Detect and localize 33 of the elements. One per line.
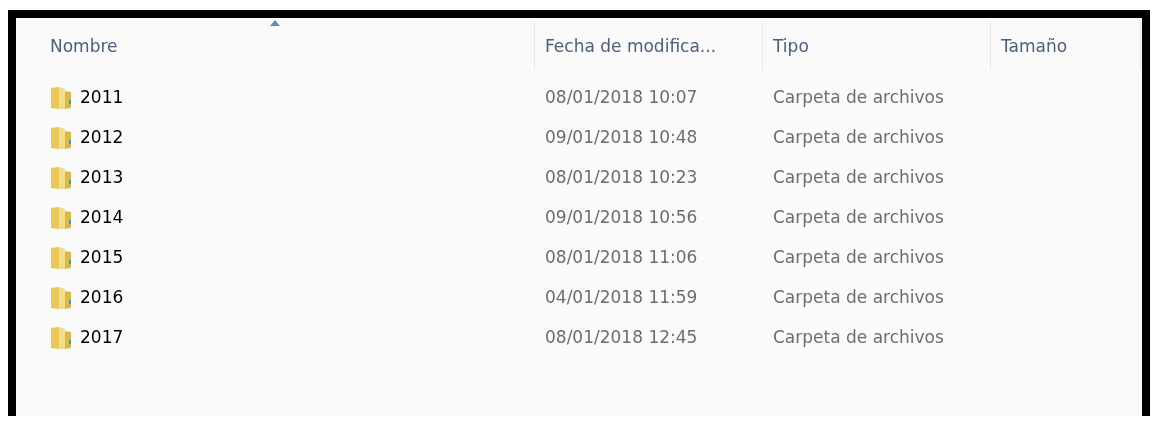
- column-header[interactable]: Nombre: [16, 22, 535, 70]
- column-header[interactable]: Tamaño: [991, 22, 1141, 70]
- date-cell-text: 08/01/2018 12:45: [544, 326, 699, 350]
- type-cell-text: Carpeta de archivos: [772, 126, 945, 150]
- folder-icon: [50, 246, 72, 270]
- folder-name[interactable]: 2012: [80, 125, 124, 151]
- folder-name[interactable]: 2013: [80, 165, 124, 191]
- date-cell-text: 08/01/2018 11:06: [544, 246, 699, 270]
- folder-icon: [50, 126, 72, 150]
- sort-arrow-icon: [270, 20, 280, 26]
- type-cell-text: Carpeta de archivos: [772, 206, 945, 230]
- folder-name[interactable]: 2017: [80, 325, 124, 351]
- folder-icon: [50, 206, 72, 230]
- type-cell-text: Carpeta de archivos: [772, 86, 945, 110]
- type-cell-text: Carpeta de archivos: [772, 166, 945, 190]
- folder-icon: [50, 286, 72, 310]
- date-cell-text: 08/01/2018 10:23: [544, 166, 699, 190]
- folder-name[interactable]: 2015: [80, 245, 124, 271]
- type-cell-text: Carpeta de archivos: [772, 286, 945, 310]
- folder-name[interactable]: 2011: [80, 85, 124, 111]
- date-cell-text: 09/01/2018 10:48: [544, 126, 699, 150]
- column-header[interactable]: Tipo: [763, 22, 991, 70]
- type-cell-text: Carpeta de archivos: [772, 326, 945, 350]
- folder-icon: [50, 326, 72, 350]
- date-cell-text: 09/01/2018 10:56: [544, 206, 699, 230]
- folder-icon: [50, 166, 72, 190]
- folder-name[interactable]: 2014: [80, 205, 124, 231]
- column-header[interactable]: Fecha de modifica...: [535, 22, 763, 70]
- date-cell-text: 08/01/2018 10:07: [544, 86, 699, 110]
- type-cell-text: Carpeta de archivos: [772, 246, 945, 270]
- folder-name[interactable]: 2016: [80, 285, 124, 311]
- date-cell-text: 04/01/2018 11:59: [544, 286, 699, 310]
- folder-icon: [50, 86, 72, 110]
